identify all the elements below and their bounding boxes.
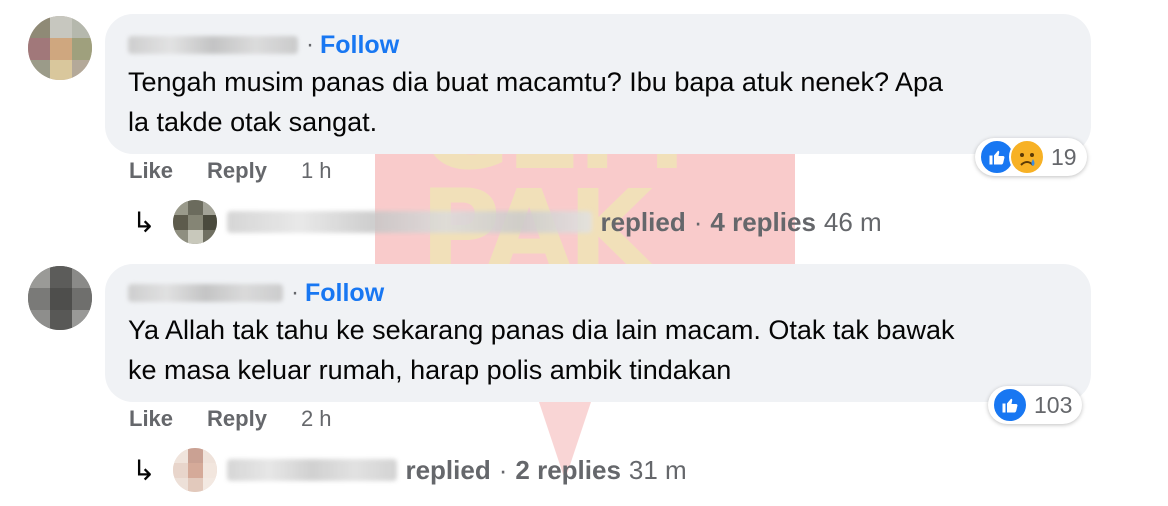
follow-button[interactable]: Follow [320, 31, 399, 60]
reaction-summary[interactable]: 19 [975, 138, 1087, 176]
like-icon [992, 387, 1028, 423]
reply-button[interactable]: Reply [207, 406, 267, 432]
replier-name-redacted [227, 459, 398, 481]
timestamp[interactable]: 2 h [301, 406, 332, 432]
follow-button[interactable]: Follow [305, 279, 384, 308]
comment-text-line: la takde otak sangat. [128, 107, 378, 137]
reply-arrow-icon: ↳ [132, 206, 156, 238]
author-row: · Follow [128, 30, 399, 60]
reaction-count: 103 [1034, 391, 1073, 418]
sad-icon [1009, 139, 1045, 175]
reaction-summary[interactable]: 103 [988, 386, 1083, 424]
reply-arrow-icon: ↳ [132, 454, 156, 486]
timestamp[interactable]: 1 h [301, 158, 332, 184]
replied-label: replied [600, 206, 686, 237]
comment-text-line: Ya Allah tak tahu ke sekarang panas dia … [128, 315, 955, 345]
reaction-count: 19 [1051, 143, 1077, 170]
comment-text-line: ke masa keluar rumah, harap polis ambik … [128, 355, 732, 385]
avatar[interactable] [28, 266, 92, 330]
like-button[interactable]: Like [129, 158, 173, 184]
replies-count: 4 replies [710, 206, 816, 237]
replier-name-redacted [227, 211, 593, 233]
replied-label: replied [405, 454, 491, 485]
author-name-redacted[interactable] [128, 36, 298, 54]
reply-button[interactable]: Reply [207, 158, 267, 184]
separator-dot: · [306, 31, 314, 58]
reply-avatar [173, 200, 218, 244]
reply-time: 46 m [823, 206, 882, 237]
reply-time: 31 m [628, 454, 687, 485]
author-name-redacted[interactable] [128, 284, 283, 302]
comment-actions: Like Reply 2 h [129, 406, 332, 432]
author-row: · Follow [128, 278, 384, 308]
comment-actions: Like Reply 1 h [129, 158, 332, 184]
comment-text: Tengah musim panas dia buat macamtu? Ibu… [128, 62, 943, 142]
separator-dot: · [498, 454, 508, 485]
comment-text: Ya Allah tak tahu ke sekarang panas dia … [128, 310, 954, 390]
view-replies[interactable]: ↳ replied · 2 replies 31 m [132, 448, 687, 492]
separator-dot: · [291, 279, 299, 306]
view-replies[interactable]: ↳ replied · 4 replies 46 m [132, 200, 882, 244]
reply-avatar [173, 448, 218, 492]
like-button[interactable]: Like [129, 406, 173, 432]
replies-count: 2 replies [515, 454, 621, 485]
comment-text-line: Tengah musim panas dia buat macamtu? Ibu… [128, 67, 944, 97]
avatar[interactable] [28, 16, 92, 80]
separator-dot: · [693, 206, 703, 237]
